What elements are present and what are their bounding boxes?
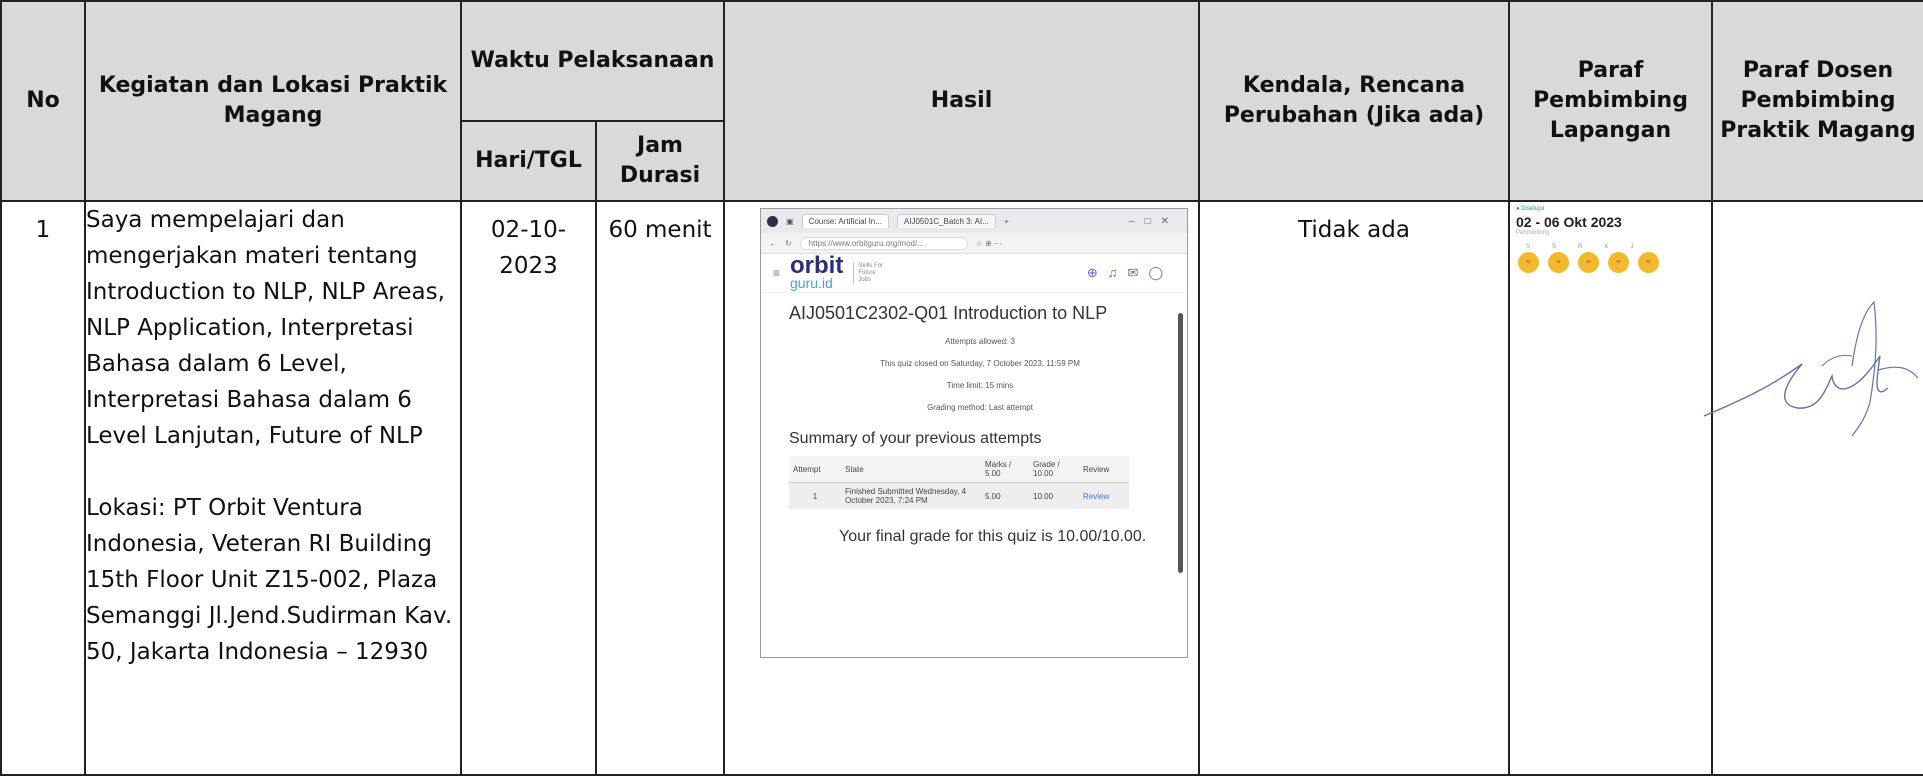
header-paraf-dosen: Paraf Dosen Pembimbing Praktik Magang (1711, 0, 1923, 202)
browser-toolbar-icons: ☆ ⊕ ⋯ (975, 238, 1003, 248)
col-attempt: Attempt (789, 456, 841, 483)
review-link: Review (1079, 482, 1129, 509)
row-paraf-lapangan (1508, 200, 1714, 776)
final-grade: Your final grade for this quiz is 10.00/… (839, 528, 1147, 545)
approval-emojis: ᵕ ᵕ ᵕ ᵕ ᵕ (1518, 252, 1686, 273)
smile-emoji-icon: ᵕ (1638, 252, 1659, 273)
site-header-icons: ⊕♫✉◯ (1086, 265, 1173, 280)
new-tab-icon: + (1003, 216, 1009, 226)
quiz-screenshot: ▣ Course: Artificial In... AIJ0501C_Batc… (760, 208, 1188, 658)
smile-emoji-icon: ᵕ (1518, 252, 1539, 273)
browser-profile-icon (767, 215, 778, 227)
attempts-table: Attempt State Marks / 5.00 Grade / 10.00… (789, 456, 1129, 509)
header-hasil: Hasil (723, 0, 1201, 202)
header-kegiatan: Kegiatan dan Lokasi Praktik Magang (84, 0, 462, 202)
attempt-number: 1 (789, 482, 841, 509)
row-durasi: 60 menit (594, 200, 726, 776)
col-review: Review (1079, 456, 1129, 483)
menu-icon: ≡ (773, 266, 781, 280)
dosen-signature (1703, 300, 1919, 436)
logo-tagline: Skills For Future Jobs (853, 262, 888, 284)
browser-tab-quiz: AIJ0501C_Batch 3: AI... (896, 214, 996, 228)
kegiatan-text: Saya mempelajari dan mengerjakan materi … (86, 207, 445, 449)
header-waktu: Waktu Pelaksanaan (459, 0, 726, 122)
col-grade: Grade / 10.00 (1029, 456, 1079, 483)
reload-icon: ↻ (785, 238, 792, 248)
quiz-body: AIJ0501C2302-Q01 Introduction to NLP Att… (761, 293, 1187, 547)
header-paraf-lapangan: Paraf Pembimbing Lapangan (1508, 0, 1714, 202)
smile-emoji-icon: ᵕ (1548, 252, 1569, 273)
attempt-grade: 10.00 (1029, 482, 1079, 509)
row-paraf-dosen (1711, 200, 1923, 776)
screenshot-scrollbar (1178, 313, 1183, 573)
col-state: State (841, 456, 981, 483)
browser-tab-course: Course: Artificial In... (801, 214, 889, 228)
row-no: 1 (0, 200, 86, 776)
row-kegiatan: Saya mempelajari dan mengerjakan materi … (84, 200, 462, 776)
approval-sub: Pembimbing (1516, 230, 1550, 236)
orbit-logo: orbit guru.id (790, 252, 844, 291)
time-limit: Time limit: 15 mins (946, 381, 1014, 390)
summary-title: Summary of your previous attempts (789, 430, 1042, 447)
col-marks: Marks / 5.00 (981, 456, 1029, 483)
attempt-marks: 5.00 (981, 482, 1029, 509)
row-tanggal: 02-10-2023 (460, 200, 597, 776)
browser-tabs-icon: ▣ (786, 216, 794, 226)
approval-status: ● Disetujui (1516, 206, 1545, 212)
table-row: 1 Finished Submitted Wednesday, 4 Octobe… (789, 482, 1129, 509)
header-jam: Jam Durasi (594, 120, 726, 202)
browser-address-bar: ← ↻ https://www.orbitguru.org/mod/... ☆ … (761, 233, 1187, 254)
window-controls-icon: –□✕ (1129, 215, 1179, 227)
header-kendala: Kendala, Rencana Perubahan (Jika ada) (1198, 0, 1511, 202)
back-icon: ← (769, 238, 777, 248)
paraf-approval: ● Disetujui 02 - 06 Okt 2023 Pembimbing … (1516, 206, 1686, 273)
approval-date-range: 02 - 06 Okt 2023 (1516, 214, 1622, 230)
quiz-closed: This quiz closed on Saturday, 7 October … (880, 359, 1080, 368)
header-hari: Hari/TGL (460, 120, 597, 202)
smile-emoji-icon: ᵕ (1578, 252, 1599, 273)
grading-method: Grading method: Last attempt (927, 403, 1033, 412)
url-field: https://www.orbitguru.org/mod/... (799, 236, 968, 250)
smile-emoji-icon: ᵕ (1608, 252, 1629, 273)
site-header: ≡ orbit guru.id Skills For Future Jobs ⊕… (761, 254, 1187, 293)
row-kendala: Tidak ada (1198, 200, 1511, 776)
attempts-allowed: Attempts allowed: 3 (945, 337, 1015, 346)
quiz-title: AIJ0501C2302-Q01 Introduction to NLP (789, 303, 1108, 323)
lokasi-text: Lokasi: PT Orbit Ventura Indonesia, Vete… (86, 495, 453, 665)
browser-tabbar: ▣ Course: Artificial In... AIJ0501C_Batc… (761, 209, 1187, 233)
approval-days: SSRKJ (1526, 244, 1634, 250)
header-no: No (0, 0, 86, 202)
attempt-state: Finished Submitted Wednesday, 4 October … (841, 482, 981, 509)
